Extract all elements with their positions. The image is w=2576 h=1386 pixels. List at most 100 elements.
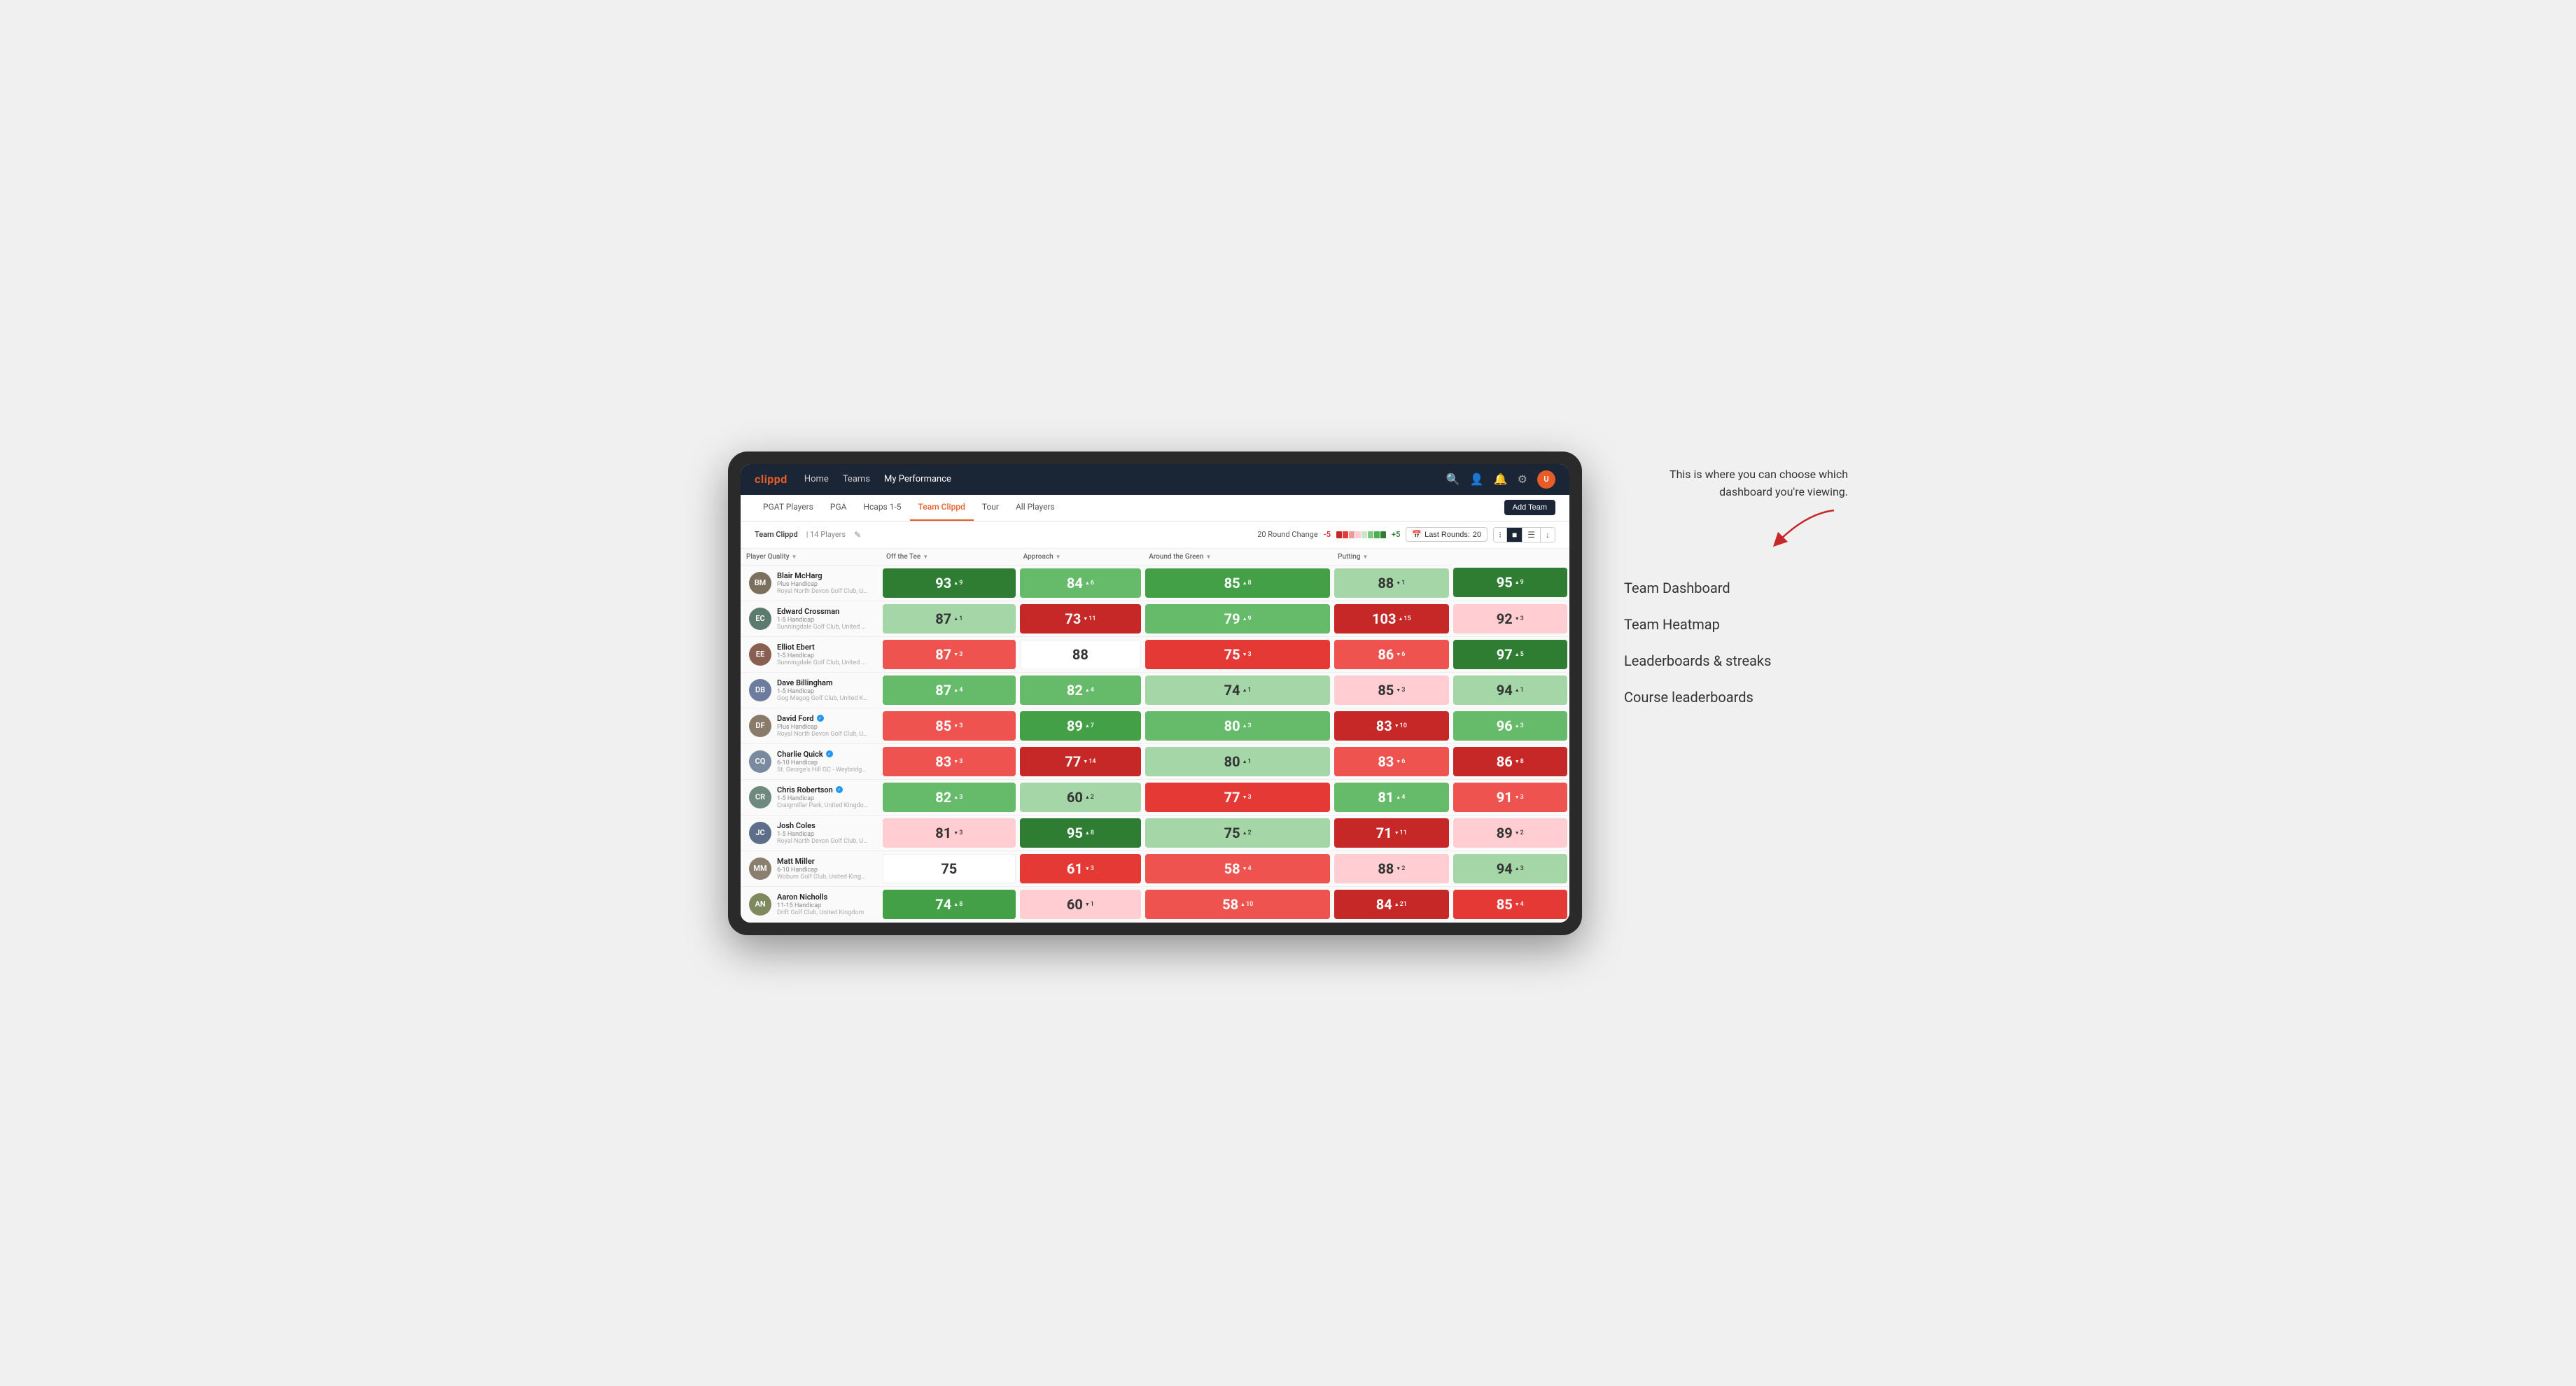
player-club: St. George's Hill GC - Weybridge - Surre… [777,766,868,774]
player-name: Charlie Quick [777,750,823,759]
score-cell-player-quality-9[interactable]: 74▲8 [881,886,1018,922]
score-cell-approach-7[interactable]: 75▲2 [1143,815,1332,850]
score-cell-putting-4[interactable]: 96▲3 [1451,708,1569,743]
score-cell-putting-9[interactable]: 85▼4 [1451,886,1569,922]
player-cell-9[interactable]: ANAaron Nicholls11-15 HandicapDrift Golf… [741,886,881,922]
score-cell-player-quality-1[interactable]: 87▲1 [881,601,1018,636]
score-value: 83 [1378,753,1394,770]
player-cell-8[interactable]: MMMatt Miller6-10 HandicapWoburn Golf Cl… [741,850,881,886]
download-button[interactable]: ↓ [1541,528,1555,542]
nav-teams[interactable]: Teams [843,471,870,487]
settings-icon[interactable]: ⚙ [1518,472,1527,486]
score-cell-off-tee-0[interactable]: 84▲6 [1018,565,1144,601]
score-cell-off-tee-8[interactable]: 61▼3 [1018,850,1144,886]
score-delta: ▲6 [1085,580,1094,587]
add-team-button[interactable]: Add Team [1504,500,1555,515]
player-cell-3[interactable]: DBDave Billingham1-5 HandicapGog Magog G… [741,672,881,708]
player-club: Royal North Devon Golf Club, United King… [777,731,868,738]
score-cell-off-tee-2[interactable]: 88 [1018,636,1144,672]
score-cell-putting-0[interactable]: 95▲9 [1451,565,1569,601]
heatmap-view-button[interactable]: ■ [1507,528,1522,542]
tab-tour[interactable]: Tour [974,495,1007,521]
score-cell-approach-3[interactable]: 74▲1 [1143,672,1332,708]
score-cell-off-tee-5[interactable]: 77▼14 [1018,743,1144,779]
score-value: 74 [1224,682,1240,699]
player-cell-1[interactable]: ECEdward Crossman1-5 HandicapSunningdale… [741,601,881,636]
bell-icon[interactable]: 🔔 [1494,472,1508,486]
col-around-green[interactable]: Around the Green ▼ [1143,549,1332,566]
col-off-tee[interactable]: Off the Tee ▼ [881,549,1018,566]
grid-view-button[interactable]: ⁝ [1494,528,1507,542]
score-cell-approach-6[interactable]: 77▼3 [1143,779,1332,815]
player-cell-5[interactable]: CQCharlie Quick✓6-10 HandicapSt. George'… [741,743,881,779]
score-cell-putting-5[interactable]: 86▼8 [1451,743,1569,779]
score-cell-approach-4[interactable]: 80▲3 [1143,708,1332,743]
score-cell-player-quality-3[interactable]: 87▲4 [881,672,1018,708]
score-cell-around-green-5[interactable]: 83▼6 [1332,743,1450,779]
score-value: 87 [935,610,951,627]
score-cell-around-green-4[interactable]: 83▼10 [1332,708,1450,743]
score-cell-player-quality-6[interactable]: 82▲3 [881,779,1018,815]
score-cell-putting-1[interactable]: 92▼3 [1451,601,1569,636]
score-cell-off-tee-3[interactable]: 82▲4 [1018,672,1144,708]
player-handicap: 6-10 Handicap [777,867,875,874]
avatar[interactable]: U [1537,470,1555,489]
col-approach[interactable]: Approach ▼ [1018,549,1144,566]
tab-team-clippd[interactable]: Team Clippd [910,495,974,521]
score-cell-around-green-3[interactable]: 85▼3 [1332,672,1450,708]
score-cell-player-quality-0[interactable]: 93▲9 [881,565,1018,601]
score-cell-off-tee-1[interactable]: 73▼11 [1018,601,1144,636]
score-cell-putting-3[interactable]: 94▲1 [1451,672,1569,708]
last-rounds-button[interactable]: 📅 Last Rounds: 20 [1406,527,1488,542]
score-cell-around-green-6[interactable]: 81▲4 [1332,779,1450,815]
player-cell-2[interactable]: EEElliot Ebert1-5 HandicapSunningdale Go… [741,636,881,672]
score-cell-off-tee-9[interactable]: 60▼1 [1018,886,1144,922]
score-cell-approach-9[interactable]: 58▲10 [1143,886,1332,922]
score-cell-off-tee-6[interactable]: 60▲2 [1018,779,1144,815]
col-player-quality[interactable]: Player Quality ▼ [741,549,881,566]
nav-my-performance[interactable]: My Performance [884,471,951,487]
score-cell-off-tee-4[interactable]: 89▲7 [1018,708,1144,743]
score-cell-around-green-2[interactable]: 86▼6 [1332,636,1450,672]
score-cell-approach-2[interactable]: 75▼3 [1143,636,1332,672]
col-putting[interactable]: Putting ▼ [1332,549,1450,566]
tab-pgat-players[interactable]: PGAT Players [755,495,822,521]
score-cell-player-quality-2[interactable]: 87▼3 [881,636,1018,672]
score-cell-around-green-8[interactable]: 88▼2 [1332,850,1450,886]
score-cell-player-quality-8[interactable]: 75 [881,850,1018,886]
score-cell-putting-2[interactable]: 97▲5 [1451,636,1569,672]
score-delta: ▼3 [953,651,962,658]
list-view-button[interactable]: ☰ [1522,528,1541,542]
score-cell-around-green-1[interactable]: 103▲15 [1332,601,1450,636]
score-delta: ▼6 [1396,758,1405,765]
score-cell-putting-8[interactable]: 94▲3 [1451,850,1569,886]
score-cell-around-green-9[interactable]: 84▲21 [1332,886,1450,922]
edit-icon[interactable]: ✎ [854,530,861,540]
score-cell-approach-1[interactable]: 79▲9 [1143,601,1332,636]
score-cell-approach-5[interactable]: 80▲1 [1143,743,1332,779]
score-cell-player-quality-4[interactable]: 85▼3 [881,708,1018,743]
score-cell-putting-7[interactable]: 89▼2 [1451,815,1569,850]
search-icon[interactable]: 🔍 [1446,472,1460,486]
nav-home[interactable]: Home [804,471,829,487]
score-cell-around-green-7[interactable]: 71▼11 [1332,815,1450,850]
tab-all-players[interactable]: All Players [1007,495,1063,521]
score-value: 80 [1224,718,1240,734]
score-value: 81 [1378,789,1394,806]
score-value: 77 [1224,789,1240,806]
score-cell-putting-6[interactable]: 91▼3 [1451,779,1569,815]
player-cell-7[interactable]: JCJosh Coles1-5 HandicapRoyal North Devo… [741,815,881,850]
player-cell-0[interactable]: BMBlair McHargPlus HandicapRoyal North D… [741,565,881,601]
player-cell-4[interactable]: DFDavid Ford✓Plus HandicapRoyal North De… [741,708,881,743]
score-cell-around-green-0[interactable]: 88▼1 [1332,565,1450,601]
tab-pga[interactable]: PGA [822,495,855,521]
player-cell-6[interactable]: CRChris Robertson✓1-5 HandicapCraigmilla… [741,779,881,815]
score-cell-approach-8[interactable]: 58▼4 [1143,850,1332,886]
score-cell-player-quality-5[interactable]: 83▼3 [881,743,1018,779]
score-cell-approach-0[interactable]: 85▲8 [1143,565,1332,601]
tab-hcaps[interactable]: Hcaps 1-5 [855,495,909,521]
user-icon[interactable]: 👤 [1470,472,1484,486]
score-cell-off-tee-7[interactable]: 95▲8 [1018,815,1144,850]
score-value: 81 [935,825,951,841]
score-cell-player-quality-7[interactable]: 81▼3 [881,815,1018,850]
